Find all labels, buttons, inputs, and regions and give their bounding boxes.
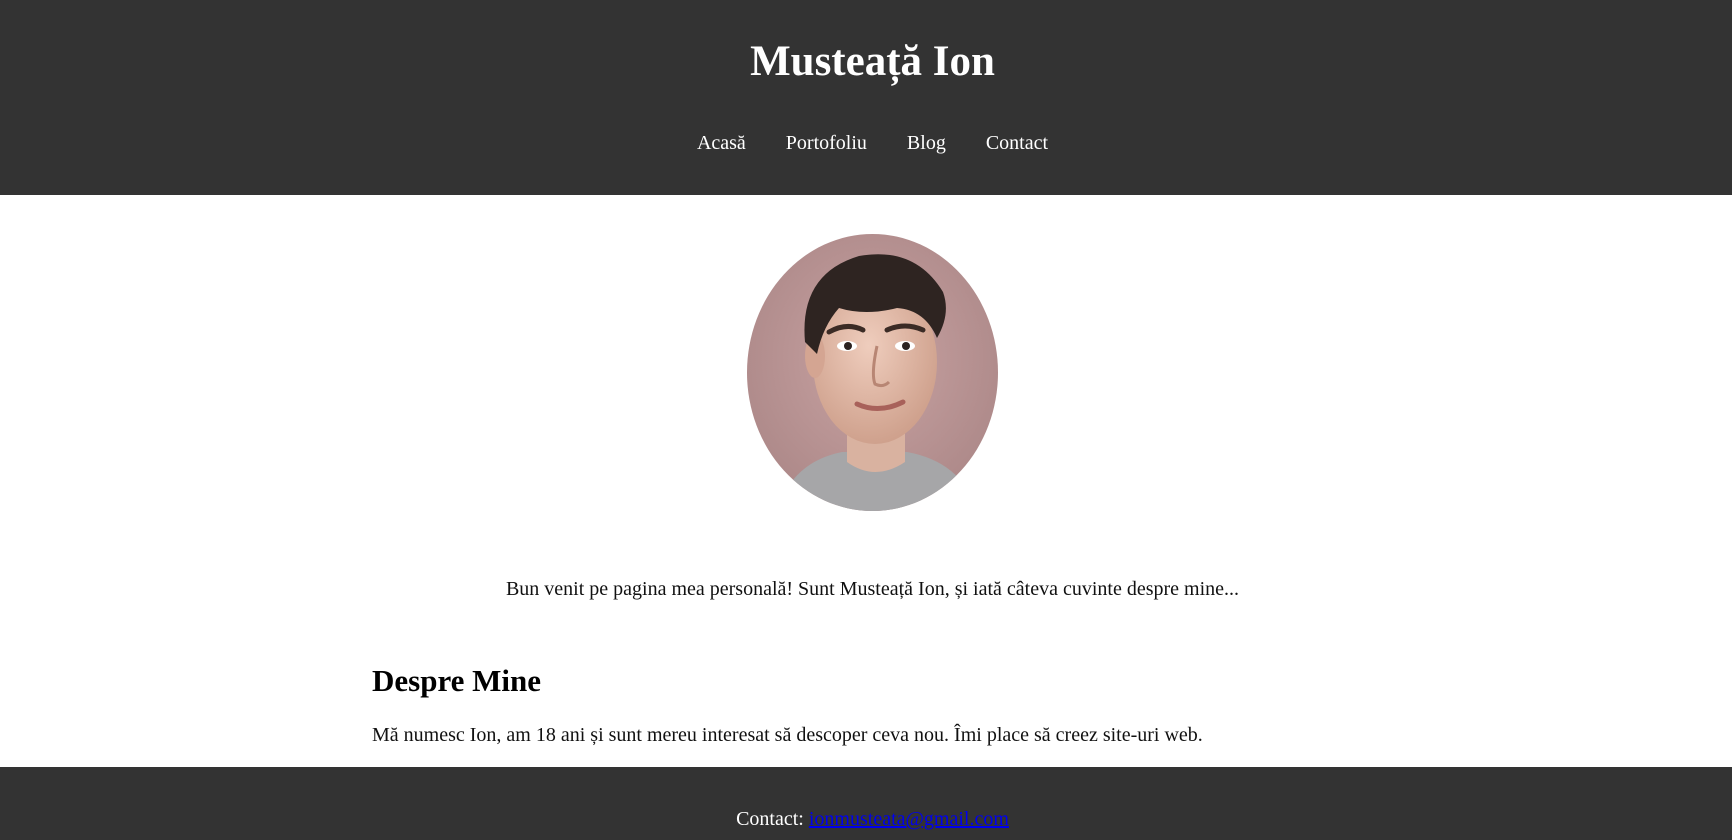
about-text: Mă numesc Ion, am 18 ani și sunt mereu i… xyxy=(372,724,1203,746)
nav-link-portofoliu[interactable]: Portofoliu xyxy=(786,128,867,158)
footer-email-link[interactable]: ionmusteata@gmail.com xyxy=(809,808,1009,830)
nav-link-acasa[interactable]: Acasă xyxy=(697,128,746,158)
nav-link-blog[interactable]: Blog xyxy=(907,128,946,158)
intro-text: Bun venit pe pagina mea personală! Sunt … xyxy=(505,578,1240,600)
site-header: Musteață Ion Acasă Portofoliu Blog Conta… xyxy=(0,0,1732,195)
site-title: Musteață Ion xyxy=(750,38,995,85)
profile-photo xyxy=(747,234,998,511)
nav-link-contact[interactable]: Contact xyxy=(986,128,1048,158)
footer-contact-label: Contact: xyxy=(736,808,804,830)
profile-photo-image xyxy=(747,234,998,511)
footer-contact: Contact: ionmusteata@gmail.com xyxy=(0,804,1732,834)
site-footer: Contact: ionmusteata@gmail.com xyxy=(0,767,1732,840)
about-heading: Despre Mine xyxy=(372,663,542,698)
main-nav: Acasă Portofoliu Blog Contact xyxy=(0,128,1732,158)
